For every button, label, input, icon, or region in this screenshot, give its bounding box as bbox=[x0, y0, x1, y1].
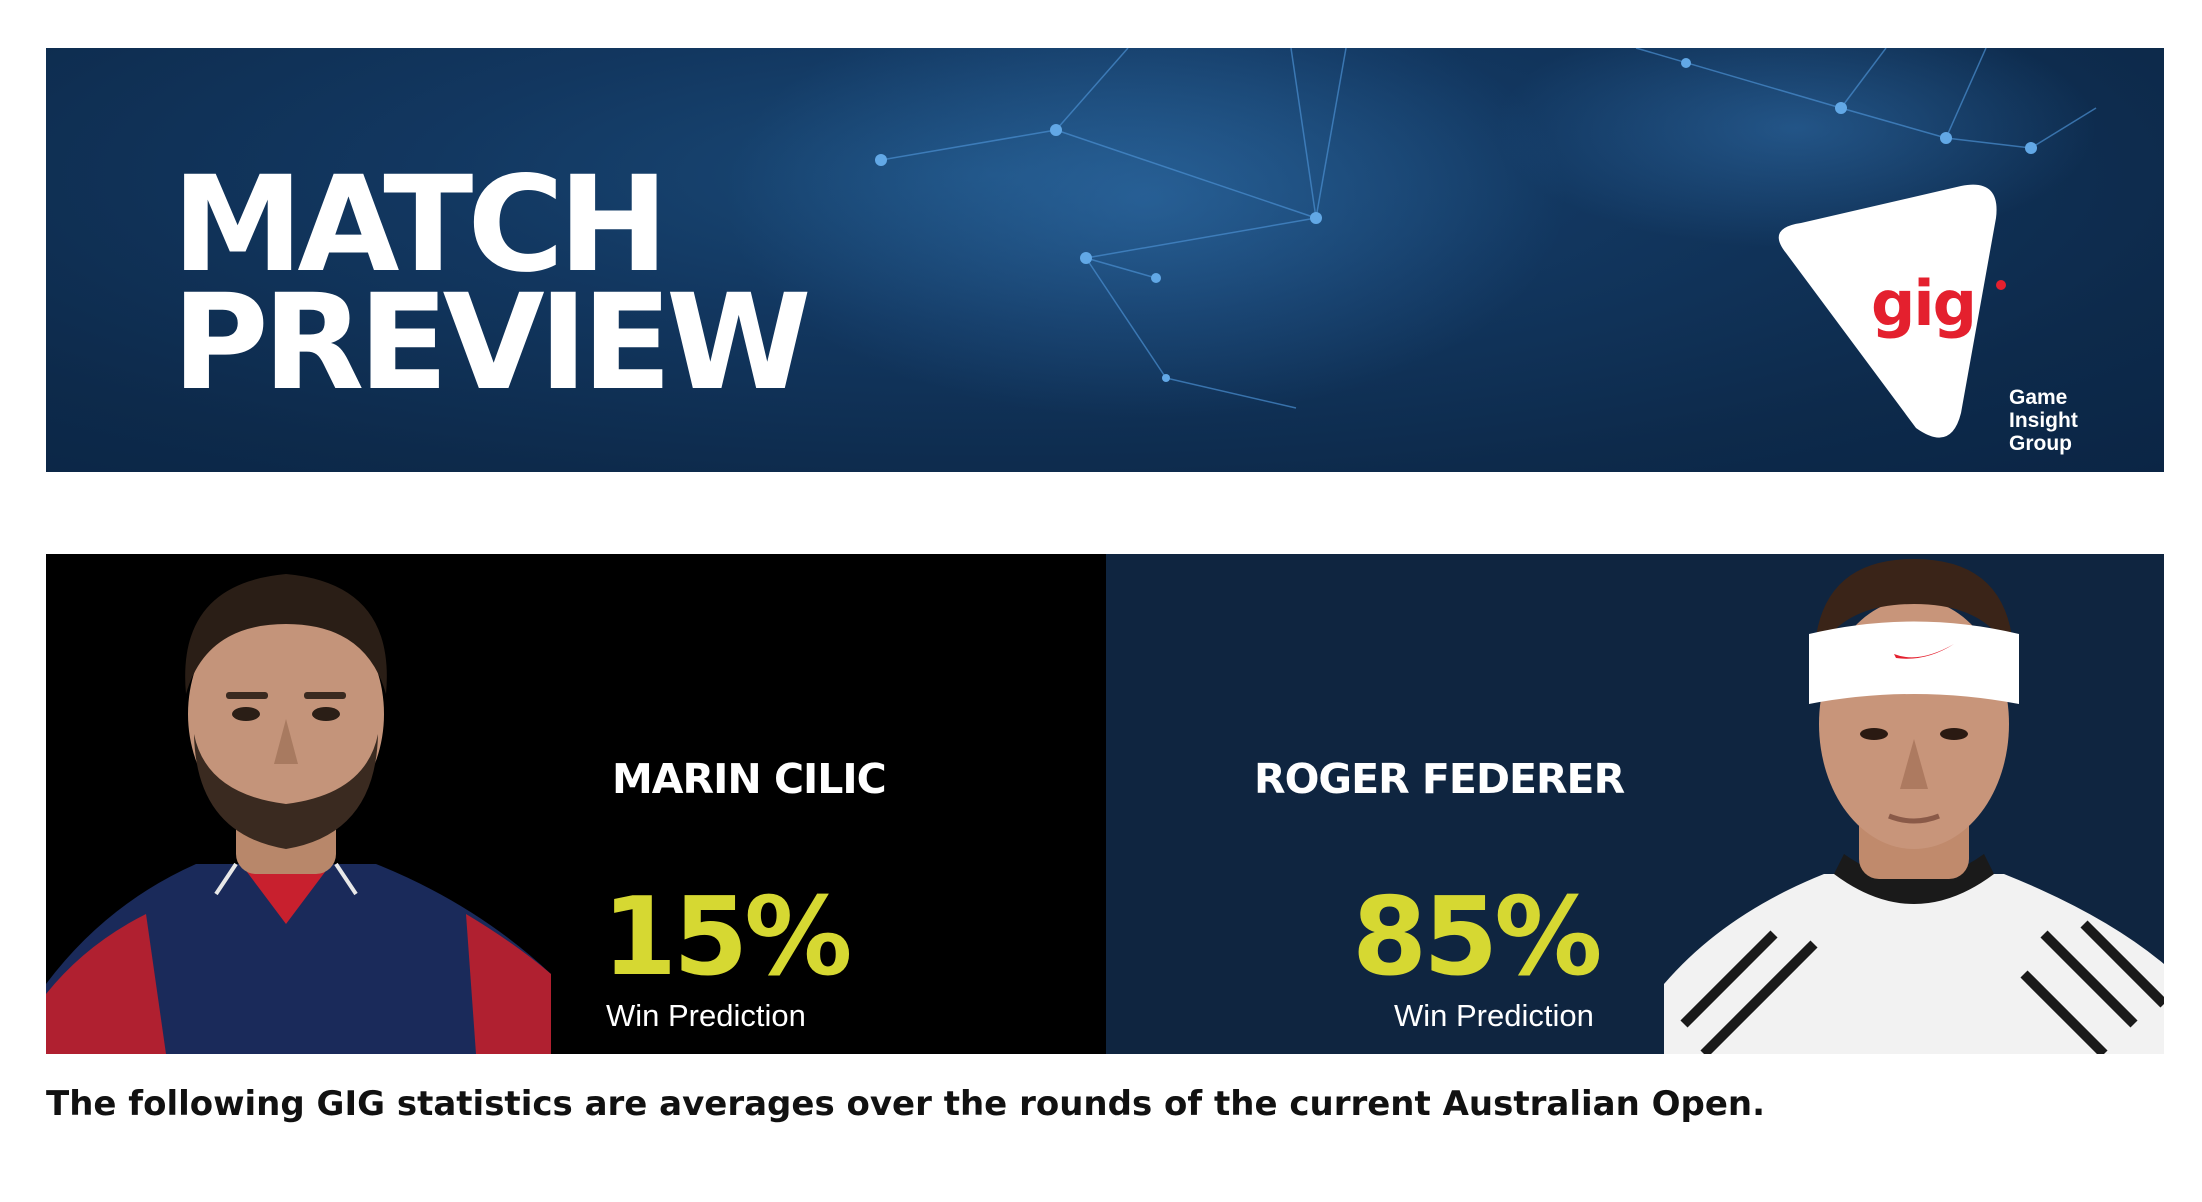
gig-logo-wordmark: gig bbox=[1871, 267, 1977, 340]
match-panel: MARIN CILIC 15% Win Prediction ROGER FED… bbox=[46, 554, 2164, 1054]
player-left-photo bbox=[46, 574, 551, 1054]
gig-logo-subtitle: Game Insight Group bbox=[2009, 386, 2078, 455]
player-panel-right: ROGER FEDERER 85% Win Prediction bbox=[1106, 554, 2164, 1054]
player-panel-left: MARIN CILIC 15% Win Prediction bbox=[46, 554, 1106, 1054]
player-right-win-label: Win Prediction bbox=[1394, 998, 1594, 1033]
player-left-name: MARIN CILIC bbox=[612, 755, 887, 803]
gig-logo-sub-line1: Game bbox=[2009, 386, 2068, 409]
gig-logo: gig Game Insight Group bbox=[1756, 168, 2086, 468]
banner-title-line2: PREVIEW bbox=[172, 266, 812, 420]
banner-title: MATCH PREVIEW bbox=[172, 159, 812, 420]
statistics-footnote: The following GIG statistics are average… bbox=[46, 1084, 1766, 1124]
player-right-name: ROGER FEDERER bbox=[1254, 755, 1625, 803]
player-right-photo bbox=[1664, 559, 2164, 1054]
gig-logo-dot-icon bbox=[1996, 280, 2006, 290]
player-left-win-percentage: 15% bbox=[602, 875, 853, 1000]
match-preview-banner: MATCH PREVIEW gig Game Insight Group bbox=[46, 48, 2164, 472]
gig-logo-sub-line3: Group bbox=[2009, 432, 2072, 455]
player-left-win-label: Win Prediction bbox=[606, 998, 806, 1033]
player-right-win-percentage: 85% bbox=[1352, 875, 1603, 1000]
gig-logo-sub-line2: Insight bbox=[2009, 409, 2078, 432]
